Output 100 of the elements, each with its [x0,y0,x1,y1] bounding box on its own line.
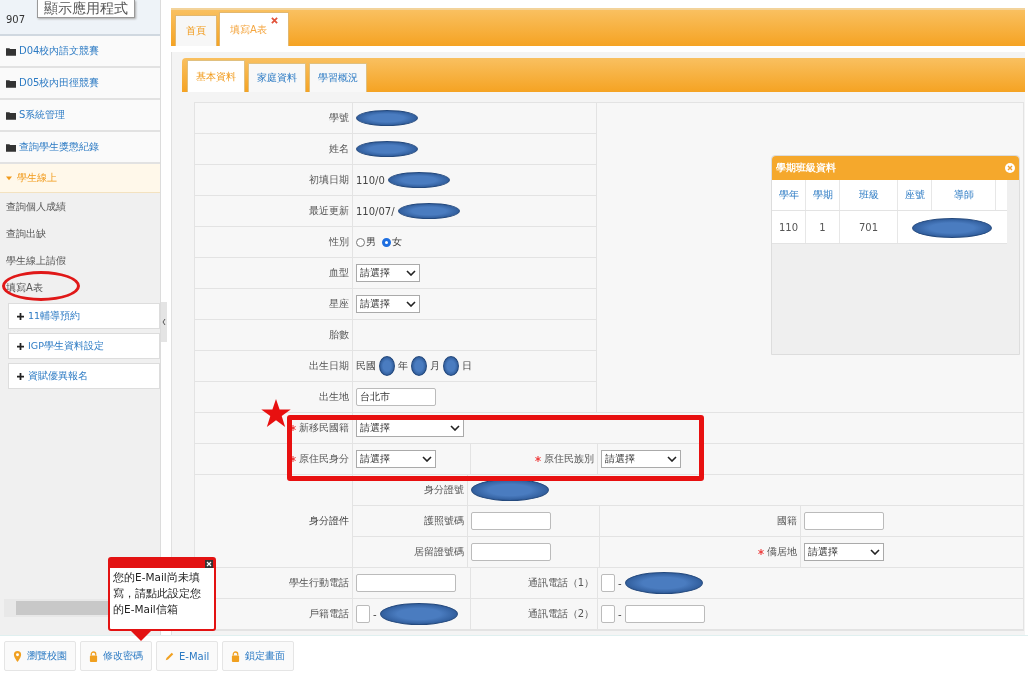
folder-icon [6,110,16,120]
sidebar-item[interactable]: 查詢學生獎懲紀錄 [0,132,160,164]
tab[interactable]: 學習概況 [309,63,367,92]
caret-icon [6,175,12,181]
column-header: 座號 [898,180,932,210]
date-unit: 月 [430,359,440,373]
chevron-icon [406,301,416,307]
toolbar-button[interactable]: 瀏覽校園 [4,641,76,671]
plus-icon [17,312,24,320]
separator: - [618,577,622,589]
field-label: 性別 [329,235,349,249]
input-field[interactable] [471,512,551,530]
field-value: 110/0 [356,174,385,186]
date-unit: 日 [462,359,472,373]
sidebar-link[interactable]: IGP學生資料設定 [8,333,160,359]
lock-icon [231,650,241,662]
sidebar-item[interactable]: S系統管理 [0,100,160,132]
input-field[interactable] [356,605,370,623]
sidebar-item[interactable]: D04校內語文競賽 [0,36,160,68]
field-label: 居留證號碼 [414,545,464,559]
toolbar-button[interactable]: 修改密碼 [80,641,152,671]
lock-icon [89,650,98,662]
field-label: 僑居地 [767,545,797,559]
field-label: 護照號碼 [424,514,464,528]
field-label: 出生日期 [309,359,349,373]
field-label: 新移民國籍 [299,421,349,435]
column-header: 班級 [840,180,898,210]
folder-icon [6,78,16,88]
separator: - [373,608,377,620]
radio-label: 男 [366,235,376,249]
notification-popup[interactable]: 您的E-Mail尚未填寫，請點此設定您的E-Mail信箱 [108,557,216,631]
field-label: 星座 [329,297,349,311]
sidebar-item[interactable]: 填寫A表 [6,280,43,295]
input-field[interactable] [471,543,551,561]
plus-icon [17,342,24,350]
date-unit: 年 [398,359,408,373]
table-cell: 701 [840,211,898,243]
field-label: 血型 [329,266,349,280]
select-field[interactable]: 請選擇 [804,543,884,561]
sidebar-item[interactable]: 查詢個人成績 [6,199,66,214]
input-field[interactable] [804,512,884,530]
popup-message: 您的E-Mail尚未填寫，請點此設定您的E-Mail信箱 [112,570,202,617]
select-field[interactable]: 請選擇 [356,264,420,282]
radio-button[interactable] [356,237,365,247]
field-label: 原住民族別 [544,452,594,466]
tab[interactable]: 家庭資料 [248,63,306,92]
separator: - [618,608,622,620]
table-cell: 110 [772,211,806,243]
toolbar-button[interactable]: E-Mail [156,641,219,671]
radio-label: 女 [392,235,402,249]
select-field[interactable]: 請選擇 [356,295,420,313]
column-header: 學年 [772,180,806,210]
sidebar-link[interactable]: 資賦優異報名 [8,363,160,389]
radio-button[interactable] [382,237,391,247]
sidebar-item[interactable]: 查詢出缺 [6,226,46,241]
chevron-icon [667,456,677,462]
chevron-icon [870,549,880,555]
input-field[interactable]: 台北市 [356,388,436,406]
field-label: 出生地 [319,390,349,404]
column-header: 導師 [932,180,996,210]
account-number: 907 [6,14,26,25]
chevron-icon [406,270,416,276]
field-value: 110/07/ [356,205,395,217]
field-label: 學生行動電話 [289,576,349,590]
folder-icon [6,142,16,152]
field-label: 原住民身分 [299,452,349,466]
field-label: 初填日期 [309,173,349,187]
toolbar-button[interactable]: 鎖定畫面 [222,641,295,671]
field-label: 最近更新 [309,204,349,218]
pin-icon [13,650,22,662]
pointer-arrow-icon [131,631,151,641]
field-label: 通訊電話（1） [527,576,594,590]
field-label: 姓名 [329,142,349,156]
input-field[interactable] [601,574,615,592]
input-field[interactable] [601,605,615,623]
column-header: 學期 [806,180,840,210]
pencil-icon [165,650,174,662]
input-field[interactable] [356,574,456,592]
field-label: 通訊電話（2） [527,607,594,621]
field-label: 胎數 [329,328,349,342]
field-label: 國籍 [777,514,797,528]
sidebar-item[interactable]: 學生線上請假 [6,253,66,268]
sidebar-link[interactable]: 11輔導預約 [8,303,160,329]
sidebar-item[interactable]: D05校內田徑競賽 [0,68,160,100]
chevron-icon [450,425,460,431]
input-field[interactable] [624,605,705,623]
chevron-icon [422,456,432,462]
folder-icon [6,46,16,56]
plus-icon [17,372,24,380]
date-prefix: 民國 [356,359,376,373]
field-label: 身分證件 [309,514,349,528]
field-label: 學號 [329,111,349,125]
panel-title: 學期班級資料 [776,161,836,175]
select-field[interactable]: 請選擇 [601,450,681,468]
field-label: 身分證號 [424,483,464,497]
tooltip: 顯示應用程式 [37,0,136,18]
field-label: 戶籍電話 [309,607,349,621]
select-field[interactable]: 請選擇 [356,450,436,468]
collapse-handle-icon[interactable] [161,302,167,342]
table-cell: 1 [806,211,840,243]
